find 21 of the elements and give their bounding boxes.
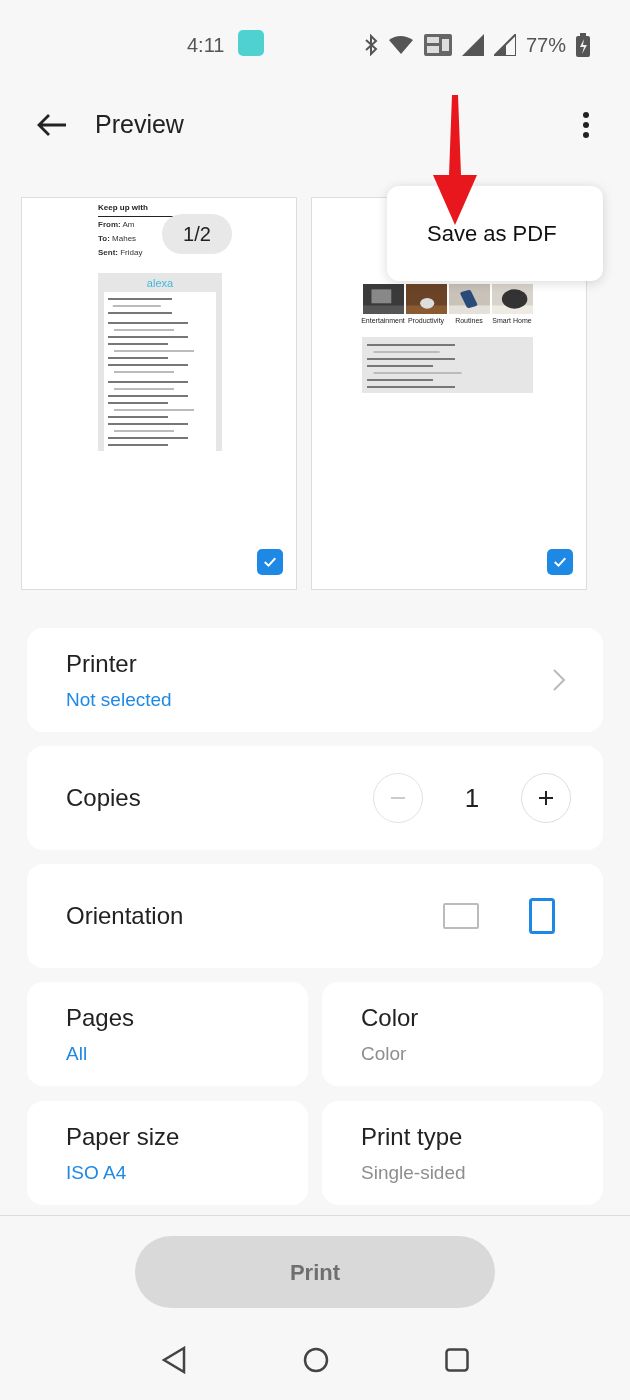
setting-label: Color xyxy=(361,1002,420,1033)
setting-value: Color xyxy=(361,1041,408,1066)
setting-label: Printer xyxy=(66,648,138,679)
copies-count: 1 xyxy=(463,781,481,815)
setting-value: All xyxy=(66,1041,89,1066)
setting-value: Single-sided xyxy=(361,1160,467,1185)
screen-title: Preview xyxy=(95,109,184,141)
setting-label: Copies xyxy=(66,783,141,813)
logo: alexa xyxy=(146,276,174,291)
setting-value: ISO A4 xyxy=(66,1160,128,1185)
status-time: 4:11 xyxy=(187,33,225,58)
setting-label: Paper size xyxy=(66,1121,181,1152)
document-meta: Sent: Friday xyxy=(98,247,143,259)
setting-value: Not selected xyxy=(66,687,172,712)
document-meta: From: Am xyxy=(98,219,135,231)
setting-label: Print type xyxy=(361,1121,464,1152)
battery-percentage: 77% xyxy=(525,33,566,58)
page-indicator: 1/2 xyxy=(162,214,232,254)
setting-label: Pages xyxy=(66,1002,136,1033)
setting-label: Orientation xyxy=(66,901,184,931)
document-meta: To: Mahes xyxy=(98,233,137,245)
